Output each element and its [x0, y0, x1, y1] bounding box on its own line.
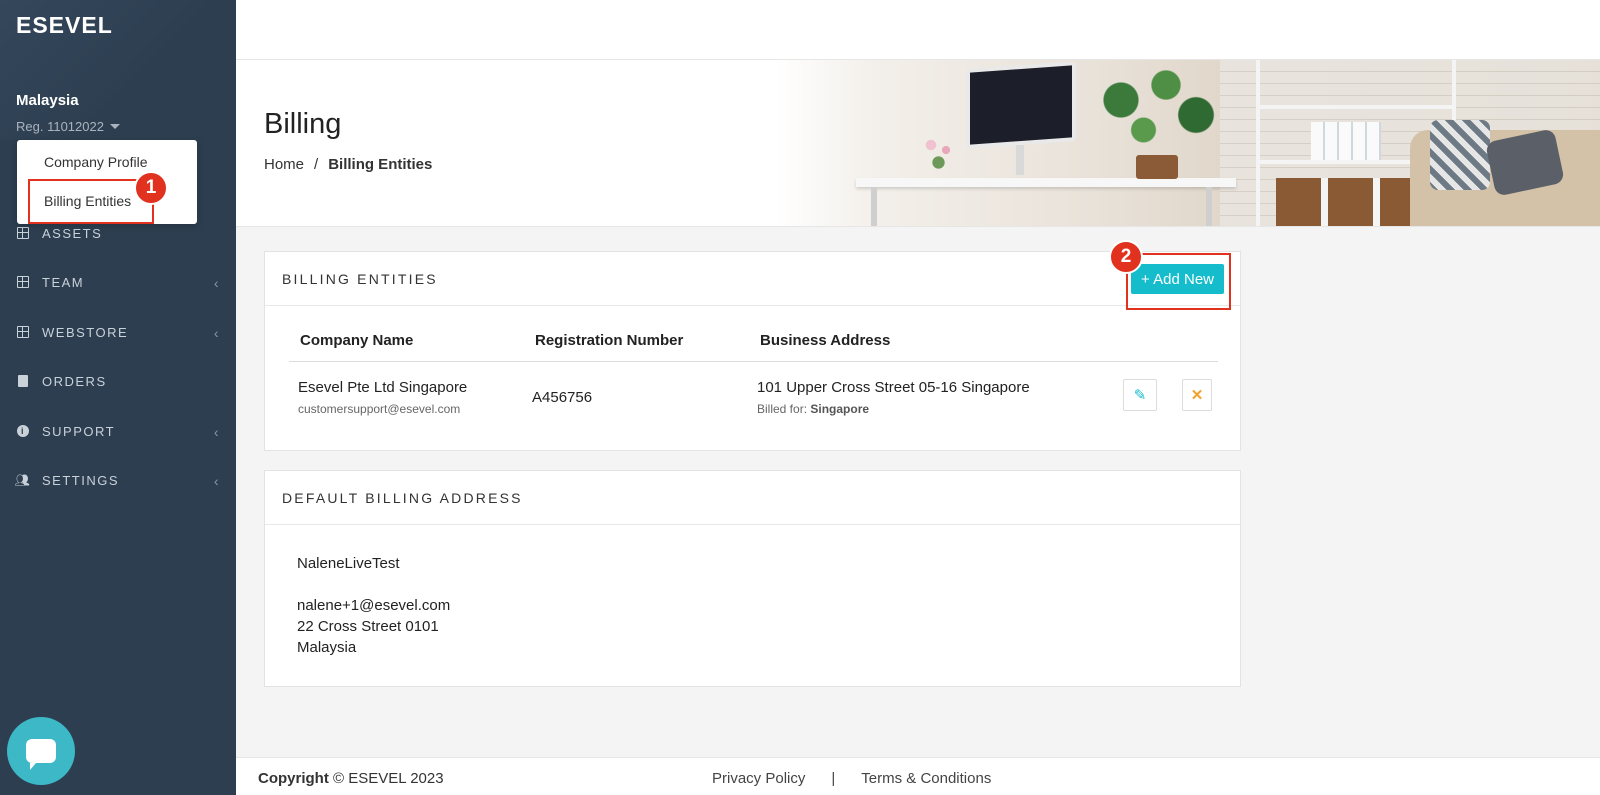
business-address: 101 Upper Cross Street 05-16 Singapore: [757, 379, 1030, 396]
column-header-company: Company Name: [300, 332, 414, 349]
billing-entities-card: BILLING ENTITIES + Add New Company Name …: [264, 251, 1241, 451]
menu-item-company-profile[interactable]: Company Profile: [44, 154, 148, 170]
company-name: Malaysia: [16, 92, 79, 109]
chevron-left-icon: ‹: [213, 424, 220, 440]
card-title: BILLING ENTITIES: [282, 270, 438, 287]
edit-button[interactable]: ✎: [1123, 379, 1157, 411]
billing-entities-table: Company Name Registration Number Busines…: [289, 318, 1218, 436]
billing-street: 22 Cross Street 0101: [297, 618, 439, 635]
edit-icon: ✎: [1133, 387, 1147, 404]
chevron-left-icon: ‹: [213, 275, 220, 291]
company-cell: Esevel Pte Ltd Singapore customersupport…: [298, 379, 467, 416]
step-badge-2: 2: [1109, 240, 1143, 274]
footer: Copyright © ESEVEL 2023 Privacy Policy |…: [236, 757, 1600, 795]
sidebar: ESEVEL Malaysia Reg. 11012022 ASSETS TEA…: [0, 0, 236, 795]
breadcrumb-current: Billing Entities: [328, 156, 433, 173]
sidebar-item-label: SETTINGS: [42, 472, 120, 488]
caret-down-icon: [109, 124, 120, 129]
delete-button[interactable]: ✕: [1182, 379, 1212, 411]
default-billing-card: DEFAULT BILLING ADDRESS NaleneLiveTest n…: [264, 470, 1241, 687]
info-icon: i: [16, 424, 30, 438]
terms-link[interactable]: Terms & Conditions: [861, 770, 991, 787]
billing-email: nalene+1@esevel.com: [297, 597, 451, 614]
company-email: customersupport@esevel.com: [298, 402, 461, 416]
close-icon: ✕: [1190, 387, 1204, 404]
sidebar-item-label: WEBSTORE: [42, 324, 129, 340]
column-header-address: Business Address: [760, 332, 891, 349]
breadcrumb: Home / Billing Entities: [264, 156, 432, 173]
breadcrumb-home[interactable]: Home: [264, 156, 304, 173]
grid-icon: [16, 275, 30, 289]
page-title: Billing: [264, 108, 342, 140]
billed-for-label: Billed for:: [757, 402, 808, 416]
sidebar-item-webstore[interactable]: WEBSTORE ‹: [16, 317, 220, 347]
document-icon: [16, 374, 30, 388]
table-header-row: Company Name Registration Number Busines…: [289, 318, 1218, 362]
sidebar-item-support[interactable]: i SUPPORT ‹: [16, 416, 220, 446]
users-icon: 👥︎: [14, 473, 32, 487]
sidebar-item-orders[interactable]: ORDERS: [16, 366, 220, 396]
copyright-text: © ESEVEL 2023: [333, 770, 444, 787]
column-header-registration: Registration Number: [535, 332, 684, 349]
sidebar-item-settings[interactable]: 👥︎ SETTINGS ‹: [14, 465, 220, 495]
sidebar-item-label: ASSETS: [42, 225, 103, 241]
grid-icon: [16, 325, 30, 339]
step-badge-1: 1: [134, 171, 168, 205]
sidebar-item-label: SUPPORT: [42, 423, 116, 439]
chevron-left-icon: ‹: [213, 473, 220, 489]
footer-separator: |: [831, 770, 836, 787]
top-bar: [236, 0, 1600, 60]
grid-icon: [16, 226, 30, 240]
app-logo[interactable]: ESEVEL: [16, 12, 113, 39]
breadcrumb-separator: /: [314, 156, 319, 173]
default-billing-header: DEFAULT BILLING ADDRESS: [265, 471, 1240, 525]
billing-country: Malaysia: [297, 639, 357, 656]
chevron-left-icon: ‹: [213, 325, 220, 341]
sidebar-item-label: TEAM: [42, 274, 85, 290]
chat-icon: [26, 739, 56, 770]
billed-for: Billed for: Singapore: [757, 402, 1030, 416]
card-title: DEFAULT BILLING ADDRESS: [282, 489, 523, 506]
chat-button[interactable]: [7, 717, 75, 785]
company-name: Esevel Pte Ltd Singapore: [298, 379, 468, 396]
table-row: Esevel Pte Ltd Singapore customersupport…: [289, 362, 1218, 436]
registration-number: A456756: [532, 389, 593, 406]
footer-links: Privacy Policy | Terms & Conditions: [712, 770, 991, 787]
company-switcher[interactable]: Reg. 11012022: [16, 119, 120, 134]
billing-name: NaleneLiveTest: [297, 555, 400, 572]
billed-for-value: Singapore: [810, 402, 870, 416]
privacy-policy-link[interactable]: Privacy Policy: [712, 770, 805, 787]
copyright: Copyright © ESEVEL 2023: [258, 770, 444, 787]
page-header: Billing Home / Billing Entities: [236, 60, 1600, 227]
address-cell: 101 Upper Cross Street 05-16 Singapore B…: [757, 379, 1030, 416]
sidebar-item-team[interactable]: TEAM ‹: [16, 267, 220, 297]
sidebar-item-label: ORDERS: [42, 373, 107, 389]
copyright-label: Copyright: [258, 770, 329, 787]
billing-address-block: NaleneLiveTest nalene+1@esevel.com 22 Cr…: [297, 553, 450, 658]
company-reg: Reg. 11012022: [16, 119, 104, 134]
header-illustration: [776, 60, 1600, 226]
billing-entities-header: BILLING ENTITIES + Add New: [265, 252, 1240, 306]
